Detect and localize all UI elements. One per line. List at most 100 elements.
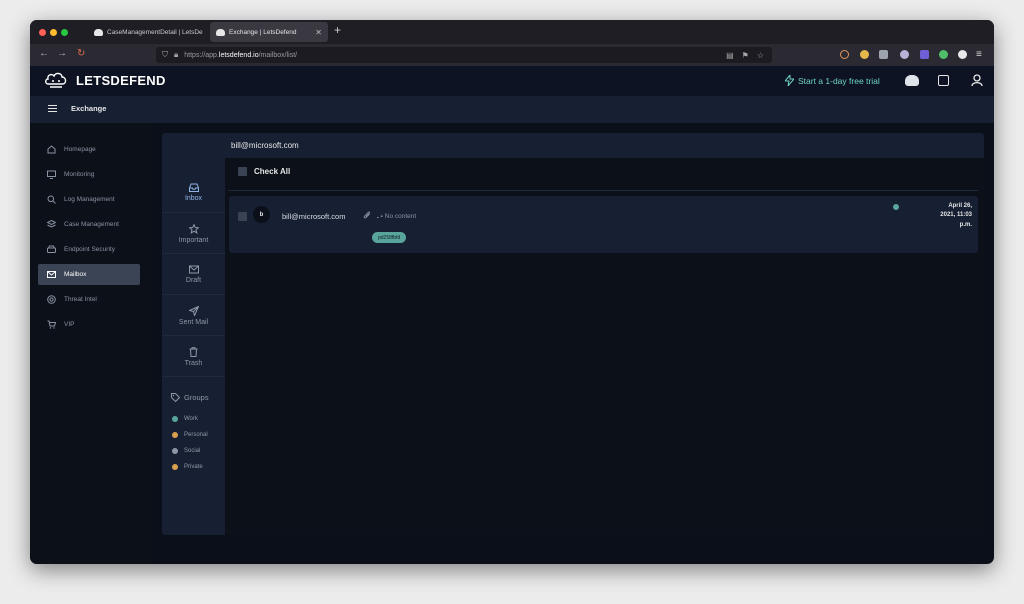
sidebar-item-label: Mailbox [64, 271, 87, 278]
nav-label: Trash [184, 359, 203, 367]
email-sender: bill@microsoft.com [282, 212, 346, 221]
mailbox-card [162, 133, 984, 535]
section-title: Exchange [71, 104, 107, 113]
unread-status-dot [893, 204, 899, 210]
letsdefend-logo[interactable]: LETSDEFEND [44, 71, 166, 89]
groups-heading: Groups [171, 393, 209, 402]
email-subject: . - No content [377, 213, 416, 220]
url-domain: letsdefend.io [218, 51, 259, 59]
sidebar-item-label: Case Management [64, 221, 119, 228]
group-label: Work [184, 416, 198, 422]
hdd-icon [47, 245, 56, 253]
browser-tab-bar: CaseManagementDetail | LetsDe ✕ Exchange… [30, 20, 994, 44]
sidebar-item-label: VIP [64, 321, 75, 328]
sidebar-item-mailbox[interactable]: Mailbox [38, 264, 140, 285]
email-date-line: April 26, [948, 203, 972, 209]
url-prefix: https://app. [184, 51, 219, 59]
address-bar[interactable]: ⛉ 🔒︎ https://app. letsdefend.io/mailbox/l… [156, 47, 772, 63]
sidebar-item-homepage[interactable]: Homepage [38, 139, 140, 160]
email-date: April 26, 2021, 11:03 p.m. [922, 202, 972, 230]
maximize-window-button[interactable] [61, 29, 68, 36]
sidebar-item-vip[interactable]: VIP [38, 314, 140, 335]
sidebar-item-case-management[interactable]: Case Management [38, 214, 140, 235]
mail-icon [47, 271, 56, 278]
extension-orange-icon[interactable] [860, 50, 869, 59]
back-arrow-icon[interactable]: ← [39, 48, 49, 59]
hamburger-menu-icon[interactable] [48, 105, 57, 112]
search-icon [47, 195, 56, 204]
group-item-work[interactable]: Work [172, 416, 198, 422]
email-date-line: p.m. [959, 221, 972, 228]
monitor-icon [47, 170, 56, 179]
minimize-window-button[interactable] [50, 29, 57, 36]
sidebar-item-endpoint-security[interactable]: Endpoint Security [38, 239, 140, 260]
sender-avatar: b [253, 206, 270, 223]
group-item-personal[interactable]: Personal [172, 432, 208, 438]
avatar-mascot-icon[interactable] [905, 75, 919, 86]
nav-label: Inbox [184, 195, 203, 202]
check-all-label: Check All [254, 167, 291, 176]
profile-icon[interactable] [958, 50, 967, 59]
sidebar: Homepage Monitoring Log Management Case … [30, 123, 152, 564]
lightning-icon [785, 75, 794, 86]
divider [228, 190, 978, 191]
letsdefend-favicon-icon [94, 28, 103, 36]
sidebar-item-label: Endpoint Security [64, 246, 115, 253]
extension-gray-icon[interactable] [879, 50, 888, 59]
email-checkbox[interactable] [238, 212, 247, 221]
star-icon [188, 223, 199, 234]
sidebar-item-label: Threat Intel [64, 296, 97, 303]
logo-text: LETSDEFEND [76, 72, 166, 88]
email-date-line: 2021, 11:03 [940, 212, 972, 219]
group-label: Personal [184, 432, 208, 438]
url-path: /mailbox/list/ [258, 51, 298, 59]
mailbox-nav-important[interactable]: Important [162, 214, 225, 254]
email-row[interactable]: b bill@microsoft.com . - No content pd258… [229, 196, 978, 253]
sidebar-item-monitoring[interactable]: Monitoring [38, 164, 140, 185]
close-tab-icon[interactable]: ✕ [310, 28, 322, 37]
extension-purple-icon[interactable] [920, 50, 929, 59]
letsdefend-favicon-icon [216, 28, 225, 36]
group-item-social[interactable]: Social [172, 448, 200, 454]
group-label: Social [184, 448, 201, 454]
mailbox-nav-inbox[interactable]: Inbox [162, 173, 225, 213]
sidebar-item-label: Log Management [64, 196, 115, 203]
bookmark-star-icon[interactable]: ☆ [757, 51, 764, 60]
mailbox-nav-draft[interactable]: Draft [162, 255, 225, 295]
section-bar: Exchange [30, 96, 994, 123]
forward-arrow-icon[interactable]: → [57, 48, 67, 59]
nav-label: Important [178, 236, 209, 244]
app-header: LETSDEFEND Start a 1-day free trial [30, 66, 994, 96]
browser-tab-case-management[interactable]: CaseManagementDetail | LetsDe ✕ [88, 22, 208, 42]
free-trial-link[interactable]: Start a 1-day free trial [785, 75, 880, 86]
user-icon[interactable] [971, 74, 983, 87]
cart-icon [47, 320, 56, 329]
mailbox-nav-sent-mail[interactable]: Sent Mail [162, 296, 225, 336]
pocket-icon[interactable] [840, 50, 849, 59]
mailbox-nav-trash[interactable]: Trash [162, 337, 225, 377]
close-window-button[interactable] [39, 29, 46, 36]
sidebar-item-log-management[interactable]: Log Management [38, 189, 140, 210]
browser-tab-exchange[interactable]: Exchange | LetsDefend ✕ [210, 22, 328, 42]
home-icon [47, 145, 56, 154]
reader-view-icon[interactable]: ▤ [726, 51, 734, 60]
reload-icon[interactable]: ↻ [77, 48, 85, 59]
mail-search-input[interactable] [231, 138, 971, 153]
check-all-control[interactable]: Check All [238, 167, 290, 176]
trash-icon [189, 346, 198, 357]
group-color-dot [172, 448, 178, 454]
sidebar-item-threat-intel[interactable]: Threat Intel [38, 289, 140, 310]
browser-menu-icon[interactable]: ≡ [976, 49, 982, 60]
mail-icon [188, 265, 199, 274]
new-tab-icon[interactable]: + [334, 23, 341, 37]
sidebar-item-label: Homepage [64, 146, 96, 153]
news-icon[interactable] [938, 75, 949, 86]
close-tab-icon[interactable]: ✕ [203, 28, 209, 37]
extension-green-icon[interactable] [939, 50, 948, 59]
email-subject-dash: . - [377, 213, 383, 220]
group-item-private[interactable]: Private [172, 464, 203, 470]
translate-icon[interactable]: ⚑ [742, 51, 749, 60]
check-all-checkbox[interactable] [238, 167, 247, 176]
extension-badge-icon[interactable] [900, 50, 909, 59]
target-icon [47, 295, 56, 304]
